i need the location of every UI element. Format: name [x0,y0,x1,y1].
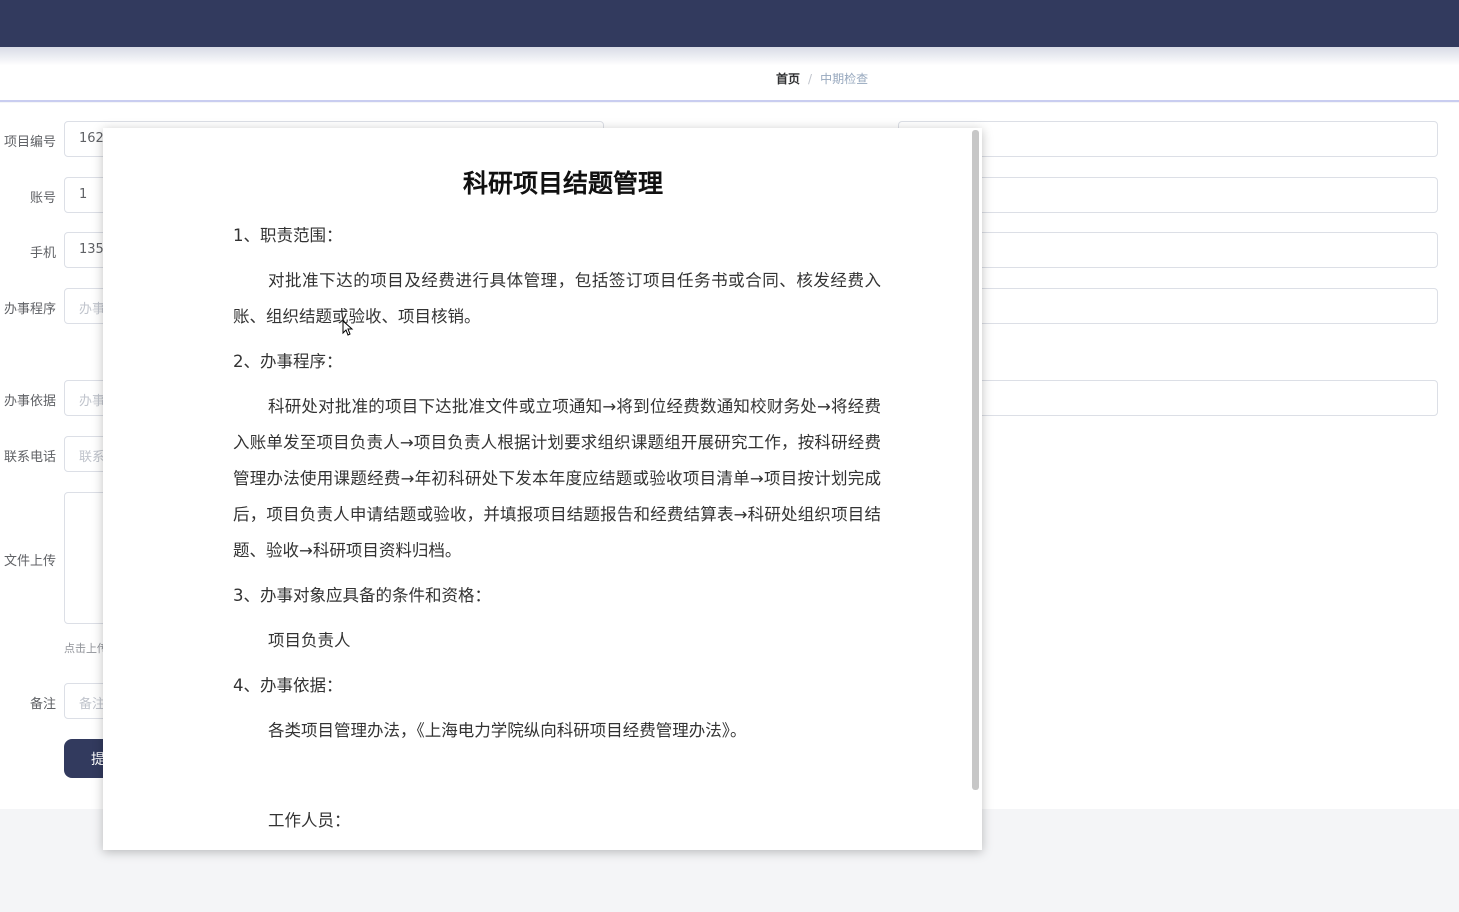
section-body: 科研处对批准的项目下达批准文件或立项通知→将到位经费数通知校财务处→将经费入账单… [233,397,881,560]
section-heading: 1、职责范围： [233,226,343,245]
phone-label: 手机 [29,246,56,261]
breadcrumb-home-link[interactable]: 首页 [776,70,800,87]
section-body: 各类项目管理办法，《上海电力学院纵向科研项目经费管理办法》。 [268,721,747,740]
contact-phone-label: 联系电话 [3,450,56,465]
breadcrumb-bar [0,47,1459,102]
basis-label: 办事依据 [3,394,56,409]
project-number-label: 项目编号 [3,135,56,150]
section-heading: 4、办事依据： [233,676,343,695]
modal-body: 1、职责范围： 对批准下达的项目及经费进行具体管理，包括签订项目任务书或合同、核… [233,218,881,848]
breadcrumb: 首页 / 中期检查 [776,70,868,87]
remark-label: 备注 [29,697,56,712]
section-body: 对批准下达的项目及经费进行具体管理，包括签订项目任务书或合同、核发经费入账、组织… [233,271,881,326]
file-upload-label: 文件上传 [3,554,56,569]
info-modal: 科研项目结题管理 1、职责范围： 对批准下达的项目及经费进行具体管理，包括签订项… [103,128,982,850]
breadcrumb-current: 中期检查 [820,72,869,86]
section-heading: 2、办事程序： [233,352,343,371]
staff-label: 工作人员： [268,811,351,830]
move-cursor-icon [342,320,354,336]
top-navbar [0,0,1459,47]
section-body: 项目负责人 [268,631,351,650]
procedure-label: 办事程序 [3,302,56,317]
upload-tip: 点击上传 [64,642,104,655]
modal-title: 科研项目结题管理 [462,169,663,198]
breadcrumb-separator: / [808,71,813,86]
section-heading: 3、办事对象应具备的条件和资格： [233,586,491,605]
modal-scrollbar[interactable] [972,130,979,790]
account-label: 账号 [29,191,56,206]
